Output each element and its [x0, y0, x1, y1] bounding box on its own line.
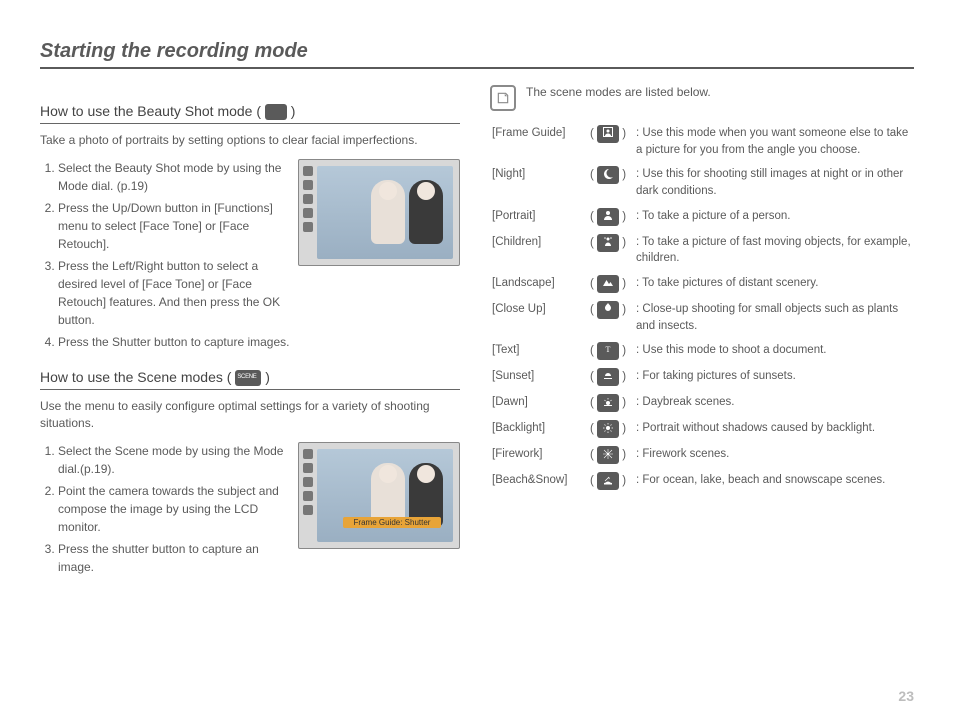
scene-row: [Dawn]( ): Daybreak scenes.: [490, 390, 914, 416]
beachsnow-icon: [597, 472, 619, 490]
scene-name: [Frame Guide]: [490, 121, 582, 162]
firework-icon: [597, 446, 619, 464]
scene-name: [Sunset]: [490, 364, 582, 390]
beauty-intro: Take a photo of portraits by setting opt…: [40, 132, 460, 149]
scene-name: [Dawn]: [490, 390, 582, 416]
scene-row: [Close Up]( ): Close-up shooting for sma…: [490, 297, 914, 338]
scene-steps-block: Frame Guide: Shutter Select the Scene mo…: [40, 442, 460, 576]
text-icon: T: [597, 342, 619, 360]
note-icon: [490, 85, 516, 111]
scene-name: [Beach&Snow]: [490, 468, 582, 494]
scene-row: [Sunset]( ): For taking pictures of suns…: [490, 364, 914, 390]
beauty-steps-block: Select the Beauty Shot mode by using the…: [40, 159, 460, 351]
children-icon: [597, 234, 619, 252]
beauty-step-3: Press the Left/Right button to select a …: [58, 257, 460, 329]
svg-text:T: T: [606, 345, 611, 354]
beauty-thumbnail: [298, 159, 460, 266]
scene-icon-cell: ( ): [582, 297, 634, 338]
scene-icon-cell: ( ): [582, 442, 634, 468]
scene-icon-cell: ( ): [582, 230, 634, 271]
scene-row: [Children]( ): To take a picture of fast…: [490, 230, 914, 271]
scene-icon-cell: ( T ): [582, 338, 634, 364]
scene-intro: Use the menu to easily configure optimal…: [40, 398, 460, 432]
scene-desc: : To take pictures of distant scenery.: [634, 271, 914, 297]
scene-name: [Landscape]: [490, 271, 582, 297]
scene-name: [Close Up]: [490, 297, 582, 338]
scene-name: [Children]: [490, 230, 582, 271]
beauty-heading-post: ): [291, 103, 296, 119]
scene-row: [Backlight]( ): Portrait without shadows…: [490, 416, 914, 442]
scene-row: [Beach&Snow]( ): For ocean, lake, beach …: [490, 468, 914, 494]
scene-icon-cell: ( ): [582, 121, 634, 162]
right-column: The scene modes are listed below. [Frame…: [490, 85, 914, 580]
closeup-icon: [597, 301, 619, 319]
left-column: How to use the Beauty Shot mode ( ) Take…: [40, 85, 460, 580]
scene-desc: : Firework scenes.: [634, 442, 914, 468]
scene-name: [Text]: [490, 338, 582, 364]
scene-list-intro: The scene modes are listed below.: [526, 85, 711, 111]
scene-row: [Night]( ): Use this for shooting still …: [490, 162, 914, 203]
scene-row: [Frame Guide]( ): Use this mode when you…: [490, 121, 914, 162]
scene-heading-post: ): [265, 369, 270, 385]
scene-icon-cell: ( ): [582, 204, 634, 230]
beauty-step-4: Press the Shutter button to capture imag…: [58, 333, 460, 351]
landscape-icon: [597, 275, 619, 293]
scene-heading: How to use the Scene modes ( ): [40, 369, 460, 390]
scene-desc: : For taking pictures of sunsets.: [634, 364, 914, 390]
scene-row: [Landscape]( ): To take pictures of dist…: [490, 271, 914, 297]
scene-name: [Portrait]: [490, 204, 582, 230]
content-columns: How to use the Beauty Shot mode ( ) Take…: [40, 85, 914, 580]
scene-desc: : Portrait without shadows caused by bac…: [634, 416, 914, 442]
scene-desc: : Daybreak scenes.: [634, 390, 914, 416]
scene-mode-icon: [235, 370, 261, 386]
dawn-icon: [597, 394, 619, 412]
scene-desc: : Use this mode when you want someone el…: [634, 121, 914, 162]
page-number: 23: [898, 688, 914, 704]
scene-thumbnail: Frame Guide: Shutter: [298, 442, 460, 549]
scene-icon-cell: ( ): [582, 162, 634, 203]
scene-icon-cell: ( ): [582, 271, 634, 297]
scene-name: [Night]: [490, 162, 582, 203]
frame-guide-icon: [597, 125, 619, 143]
scene-desc: : To take a picture of fast moving objec…: [634, 230, 914, 271]
scene-icon-cell: ( ): [582, 468, 634, 494]
scene-heading-pre: How to use the Scene modes (: [40, 369, 235, 385]
scene-desc: : Use this for shooting still images at …: [634, 162, 914, 203]
scene-name: [Firework]: [490, 442, 582, 468]
scene-thumb-label: Frame Guide: Shutter: [343, 517, 441, 528]
page-title: Starting the recording mode: [40, 40, 914, 69]
scene-desc: : Close-up shooting for small objects su…: [634, 297, 914, 338]
scene-name: [Backlight]: [490, 416, 582, 442]
scene-desc: : To take a picture of a person.: [634, 204, 914, 230]
sunset-icon: [597, 368, 619, 386]
beauty-shot-icon: [265, 104, 287, 120]
portrait-icon: [597, 208, 619, 226]
scene-icon-cell: ( ): [582, 390, 634, 416]
scene-desc: : Use this mode to shoot a document.: [634, 338, 914, 364]
scene-desc: : For ocean, lake, beach and snowscape s…: [634, 468, 914, 494]
note-row: The scene modes are listed below.: [490, 85, 914, 111]
scene-icon-cell: ( ): [582, 416, 634, 442]
scene-row: [Portrait]( ): To take a picture of a pe…: [490, 204, 914, 230]
beauty-heading-pre: How to use the Beauty Shot mode (: [40, 103, 265, 119]
scene-modes-table: [Frame Guide]( ): Use this mode when you…: [490, 121, 914, 494]
beauty-heading: How to use the Beauty Shot mode ( ): [40, 103, 460, 124]
night-icon: [597, 166, 619, 184]
scene-row: [Firework]( ): Firework scenes.: [490, 442, 914, 468]
scene-icon-cell: ( ): [582, 364, 634, 390]
scene-row: [Text]( T ): Use this mode to shoot a do…: [490, 338, 914, 364]
backlight-icon: [597, 420, 619, 438]
